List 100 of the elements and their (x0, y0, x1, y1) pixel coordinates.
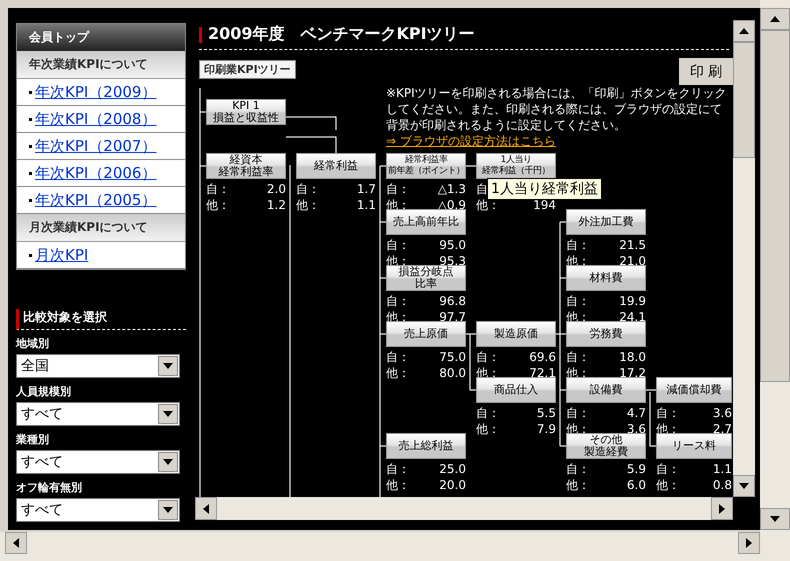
scroll-up-button[interactable] (760, 8, 790, 30)
bullet-icon (29, 172, 32, 174)
value-label: 他： (386, 477, 410, 493)
kpi-node[interactable]: 材料費 (566, 265, 646, 291)
value-label: 他： (206, 197, 230, 213)
kpi-node[interactable]: 1人当り 経常利益（千円） (476, 153, 556, 179)
scroll-thumb[interactable] (733, 42, 755, 158)
dropdown[interactable]: すべて (16, 498, 180, 522)
scroll-right-button[interactable] (738, 532, 760, 554)
scroll-right-button[interactable] (711, 497, 733, 520)
kpi-value: 1.1 (712, 461, 732, 477)
down-arrow-icon (770, 516, 780, 522)
scroll-left-button[interactable] (5, 532, 27, 554)
kpi-value: 21.5 (619, 237, 646, 253)
dropdown[interactable]: 全国 (16, 354, 180, 378)
filter-label: 業種別 (16, 432, 50, 447)
value-label: 他： (476, 421, 500, 437)
kpi-node[interactable]: 経資本 経常利益率 (206, 153, 286, 179)
sidebar-link[interactable]: 年次KPI（2009） (35, 82, 156, 102)
sidebar-link[interactable]: 年次KPI（2007） (35, 136, 156, 156)
kpi-node[interactable]: 減価償却費 (656, 377, 732, 403)
kpi-node[interactable]: 損益分岐点 比率 (386, 265, 466, 291)
kpi-value: 69.6 (529, 349, 556, 365)
left-arrow-icon (13, 538, 19, 548)
bullet-icon (29, 118, 32, 120)
kpi-value: 6.0 (626, 477, 646, 493)
value-label: 自： (566, 461, 590, 477)
kpi-node[interactable]: KPI 1 損益と収益性 (206, 99, 286, 125)
sidebar-link[interactable]: 年次KPI（2008） (35, 110, 156, 128)
value-label: 自： (476, 405, 500, 421)
right-arrow-icon (746, 538, 752, 548)
kpi-node[interactable]: 売上高前年比 (386, 209, 466, 235)
kpi-node[interactable]: 商品仕入 (476, 377, 556, 403)
left-arrow-icon (203, 504, 209, 514)
kpi-value: 19.9 (619, 293, 646, 309)
down-arrow-icon (739, 483, 749, 489)
kpi-node[interactable]: 設備費 (566, 377, 646, 403)
value-label: 他： (296, 197, 320, 213)
kpi-node[interactable]: 売上総利益 (386, 433, 466, 459)
value-label: 自： (656, 461, 680, 477)
section-heading: 比較対象を選択 (16, 309, 186, 330)
kpi-node[interactable]: リース料 (656, 433, 732, 459)
right-arrow-icon (719, 504, 725, 514)
value-label: 自： (206, 181, 230, 197)
kpi-value: 5.9 (626, 461, 646, 477)
kpi-node[interactable]: 製造原価 (476, 321, 556, 347)
kpi-node[interactable]: 外注加工費 (566, 209, 646, 235)
value-label: 自： (386, 237, 410, 253)
scroll-down-button[interactable] (760, 508, 790, 530)
scroll-left-button[interactable] (195, 497, 217, 520)
caret-icon (163, 507, 173, 513)
scroll-down-button[interactable] (733, 475, 755, 497)
kpi-value: 1.2 (266, 197, 286, 213)
value-label: 自： (386, 461, 410, 477)
kpi-node[interactable]: 売上原価 (386, 321, 466, 347)
kpi-value: 75.0 (439, 349, 466, 365)
scroll-up-button[interactable] (733, 20, 755, 42)
menu-header[interactable]: 会員トップ (17, 24, 185, 51)
value-label: 自 (476, 181, 488, 197)
value-label: 自： (566, 349, 590, 365)
kpi-node[interactable]: その他 製造経費 (566, 433, 646, 459)
sidebar-link[interactable]: 年次KPI（2006） (35, 164, 156, 182)
caret-icon (163, 411, 173, 417)
value-label: 他： (656, 477, 680, 493)
kpi-value: 4.7 (626, 405, 646, 421)
page-title: 2009年度 ベンチマークKPIツリー (208, 24, 475, 45)
filter-label: 地域別 (16, 336, 50, 351)
kpi-value: △1.3 (438, 181, 466, 197)
dropdown[interactable]: すべて (16, 402, 180, 426)
value-label: 自： (656, 405, 680, 421)
kpi-value: 25.0 (439, 461, 466, 477)
sidebar-link[interactable]: 年次KPI（2005） (35, 190, 156, 210)
kpi-node[interactable]: 経常利益率 前年差（ポイント） (386, 153, 466, 179)
print-note: ※KPIツリーを印刷される場合には、「印刷」ボタンをクリックしてください。また、印刷される際には、ブラウザの設定にて背景が印刷されるように設定してください。 ⇒ ブラウザの設定方法はこちら (386, 85, 728, 149)
value-label: 自： (566, 237, 590, 253)
value-label: 自： (296, 181, 320, 197)
section-title: 月次業績KPIについて (17, 214, 185, 242)
kpi-value: 0.8 (712, 477, 732, 493)
value-label: 自： (476, 349, 500, 365)
up-arrow-icon (739, 28, 749, 34)
kpi-node[interactable]: 経常利益 (296, 153, 376, 179)
kpi-value: 5.5 (536, 405, 556, 421)
value-label: 自： (386, 293, 410, 309)
kpi-value: 1.7 (356, 181, 376, 197)
bullet-icon (29, 198, 32, 202)
tree-label: 印刷業KPIツリー (199, 60, 296, 79)
print-button[interactable]: 印 刷 (679, 58, 733, 85)
browser-settings-link[interactable]: ⇒ ブラウザの設定方法はこちら (386, 134, 556, 148)
value-label: 自： (566, 405, 590, 421)
bullet-icon (29, 144, 32, 148)
value-label: 他： (386, 365, 410, 381)
value-label: 自： (386, 349, 410, 365)
kpi-value: 18.0 (619, 349, 646, 365)
scroll-thumb[interactable] (760, 30, 790, 382)
kpi-node[interactable]: 労務費 (566, 321, 646, 347)
bullet-icon (29, 90, 32, 94)
value-label: 他： (566, 477, 590, 493)
sidebar-link[interactable]: 月次KPI (35, 246, 88, 264)
kpi-value: 1.1 (356, 197, 376, 213)
dropdown[interactable]: すべて (16, 450, 180, 474)
